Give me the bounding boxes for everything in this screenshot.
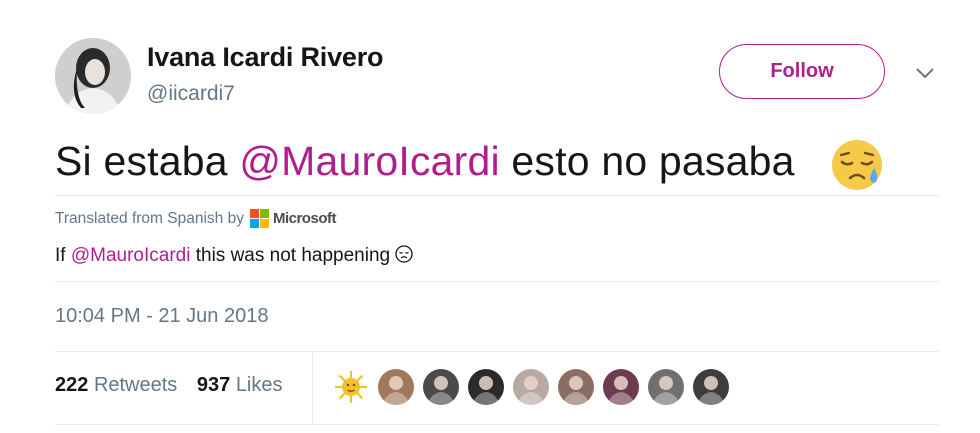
tweet-mention-link[interactable]: @MauroIcardi	[239, 138, 500, 184]
author-name[interactable]: Ivana Icardi Rivero	[147, 42, 384, 73]
user-avatar-icon	[513, 369, 549, 405]
author-handle[interactable]: @iicardi7	[147, 82, 235, 106]
sad-face-outline-icon	[395, 245, 413, 263]
follow-button[interactable]: Follow	[719, 44, 885, 99]
tweet-stats: 222 Retweets 937 Likes	[55, 374, 297, 397]
translated-text: If @MauroIcardi this was not happening	[55, 244, 414, 267]
translation-provider: Microsoft	[272, 210, 337, 227]
author-avatar[interactable]	[55, 38, 131, 114]
likes-count: 937	[196, 374, 231, 396]
liker-avatar[interactable]	[333, 369, 369, 405]
profile-photo-icon	[55, 38, 131, 114]
divider	[55, 424, 939, 425]
tweet-text: Si estaba @MauroIcardi esto no pasaba	[55, 138, 795, 185]
sun-avatar-icon	[333, 369, 369, 405]
likes-stat[interactable]: 937 Likes	[197, 374, 283, 396]
liker-avatar[interactable]	[378, 369, 414, 405]
translated-prefix: If	[55, 245, 71, 266]
microsoft-logo-icon	[249, 209, 269, 228]
translated-mention-link[interactable]: @MauroIcardi	[71, 245, 191, 266]
user-avatar-icon	[558, 369, 594, 405]
chevron-down-icon[interactable]	[913, 64, 937, 82]
liker-avatar[interactable]	[603, 369, 639, 405]
liker-avatar[interactable]	[513, 369, 549, 405]
translated-suffix: this was not happening	[190, 245, 391, 266]
likes-label: Likes	[235, 374, 283, 396]
tweet-text-before: Si estaba	[55, 138, 240, 184]
retweets-label: Retweets	[93, 374, 178, 396]
user-avatar-icon	[693, 369, 729, 405]
user-avatar-icon	[468, 369, 504, 405]
divider	[55, 351, 939, 352]
divider	[55, 195, 939, 196]
translation-note: Translated from Spanish by	[55, 209, 244, 227]
tweet-text-after: esto no pasaba	[499, 138, 795, 184]
liker-avatar[interactable]	[648, 369, 684, 405]
user-avatar-icon	[378, 369, 414, 405]
liker-avatar[interactable]	[558, 369, 594, 405]
retweets-stat[interactable]: 222 Retweets	[55, 374, 177, 396]
liker-avatar[interactable]	[693, 369, 729, 405]
tweet-timestamp[interactable]: 10:04 PM - 21 Jun 2018	[55, 305, 268, 328]
liker-avatar[interactable]	[468, 369, 504, 405]
user-avatar-icon	[648, 369, 684, 405]
liker-avatar[interactable]	[423, 369, 459, 405]
liker-avatars	[333, 369, 738, 405]
divider	[55, 281, 939, 282]
retweets-count: 222	[55, 374, 89, 396]
sad-relieved-face-icon	[832, 140, 882, 190]
user-avatar-icon	[603, 369, 639, 405]
translation-attribution: Translated from Spanish by Microsoft	[55, 209, 336, 228]
user-avatar-icon	[423, 369, 459, 405]
stats-divider	[312, 352, 313, 424]
